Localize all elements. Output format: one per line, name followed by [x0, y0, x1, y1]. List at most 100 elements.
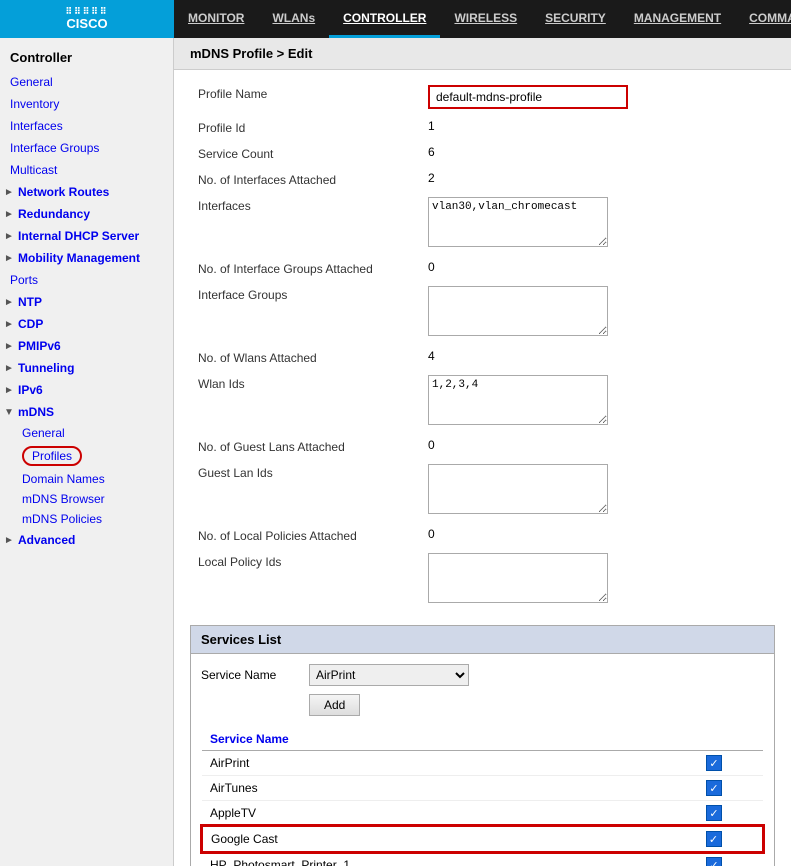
- no-local-policies-value: 0: [420, 522, 775, 548]
- collapse-arrow: [4, 407, 16, 418]
- wlan-ids-textarea[interactable]: 1,2,3,4: [428, 375, 608, 425]
- sidebar-item-mdns-domain-names[interactable]: Domain Names: [22, 469, 173, 489]
- local-policy-ids-label: Local Policy Ids: [190, 548, 420, 611]
- main-content: mDNS Profile > Edit Profile Name Profile…: [174, 38, 791, 866]
- nav-wlans[interactable]: WLANs: [258, 0, 329, 38]
- logo-area: ⠿⠿⠿⠿⠿ CISCO: [0, 0, 174, 38]
- profile-name-input[interactable]: [428, 85, 628, 109]
- sidebar-item-network-routes[interactable]: Network Routes: [0, 181, 173, 203]
- sidebar-item-redundancy[interactable]: Redundancy: [0, 203, 173, 225]
- service-list-table: Service Name AirPrint✓AirTunes✓AppleTV✓G…: [201, 728, 764, 866]
- service-list-item: Google Cast ✓: [202, 826, 763, 852]
- checkbox-column-header: [665, 728, 763, 751]
- sidebar-item-mobility[interactable]: Mobility Management: [0, 247, 173, 269]
- collapse-arrow: [4, 319, 16, 330]
- collapse-arrow: [4, 187, 16, 198]
- nav-controller[interactable]: CONTROLLER: [329, 0, 440, 38]
- no-guest-lans-label: No. of Guest Lans Attached: [190, 433, 420, 459]
- guest-lan-ids-label: Guest Lan Ids: [190, 459, 420, 522]
- sidebar-item-pmipv6[interactable]: PMIPv6: [0, 335, 173, 357]
- services-section: Services List Service Name AirPrint AirT…: [190, 625, 775, 866]
- sidebar-item-mdns-general[interactable]: General: [22, 423, 173, 443]
- sidebar-title: Controller: [0, 42, 173, 71]
- service-name-select[interactable]: AirPrint AirTunes AppleTV Google Cast HP…: [309, 664, 469, 686]
- sidebar: Controller General Inventory Interfaces …: [0, 38, 174, 866]
- no-interfaces-label: No. of Interfaces Attached: [190, 166, 420, 192]
- sidebar-item-multicast[interactable]: Multicast: [0, 159, 173, 181]
- wlan-ids-label: Wlan Ids: [190, 370, 420, 433]
- nav-wireless[interactable]: WIRELESS: [440, 0, 531, 38]
- services-list-body: Service Name AirPrint AirTunes AppleTV G…: [190, 653, 775, 866]
- sidebar-item-interface-groups[interactable]: Interface Groups: [0, 137, 173, 159]
- sidebar-item-ntp[interactable]: NTP: [0, 291, 173, 313]
- service-item-name: HP_Photosmart_Printer_1: [202, 852, 665, 866]
- active-item-indicator: Profiles: [22, 446, 82, 466]
- profile-id-value: 1: [420, 114, 775, 140]
- service-list-item: AirTunes✓: [202, 776, 763, 801]
- no-guest-lans-row: No. of Guest Lans Attached 0: [190, 433, 775, 459]
- interface-groups-label: Interface Groups: [190, 281, 420, 344]
- services-list-header: Services List: [190, 625, 775, 653]
- sidebar-item-mdns[interactable]: mDNS: [0, 401, 173, 423]
- no-interfaces-row: No. of Interfaces Attached 2: [190, 166, 775, 192]
- service-item-checkbox[interactable]: ✓: [706, 831, 722, 847]
- interfaces-textarea[interactable]: vlan30,vlan_chromecast: [428, 197, 608, 247]
- service-item-checkbox[interactable]: ✓: [706, 857, 722, 866]
- collapse-arrow: [4, 535, 16, 546]
- guest-lan-ids-textarea[interactable]: [428, 464, 608, 514]
- sidebar-item-ports[interactable]: Ports: [0, 269, 173, 291]
- sidebar-item-mdns-policies[interactable]: mDNS Policies: [22, 509, 173, 529]
- sidebar-item-cdp[interactable]: CDP: [0, 313, 173, 335]
- content-area: Profile Name Profile Id 1 Service Count …: [174, 70, 791, 866]
- sidebar-item-dhcp[interactable]: Internal DHCP Server: [0, 225, 173, 247]
- guest-lan-ids-row: Guest Lan Ids: [190, 459, 775, 522]
- sidebar-item-mdns-browser[interactable]: mDNS Browser: [22, 489, 173, 509]
- collapse-arrow: [4, 209, 16, 220]
- service-item-checkbox[interactable]: ✓: [706, 755, 722, 771]
- sidebar-item-general[interactable]: General: [0, 71, 173, 93]
- service-item-name: Google Cast: [202, 826, 665, 852]
- service-item-name: AirPrint: [202, 751, 665, 776]
- add-button[interactable]: Add: [309, 694, 360, 716]
- no-wlans-row: No. of Wlans Attached 4: [190, 344, 775, 370]
- interface-groups-row: Interface Groups: [190, 281, 775, 344]
- no-local-policies-row: No. of Local Policies Attached 0: [190, 522, 775, 548]
- nav-management[interactable]: MANAGEMENT: [620, 0, 735, 38]
- local-policy-ids-textarea[interactable]: [428, 553, 608, 603]
- no-interface-groups-value: 0: [420, 255, 775, 281]
- sidebar-item-mdns-profiles[interactable]: Profiles: [22, 443, 173, 469]
- mdns-subitems: General Profiles Domain Names mDNS Brows…: [0, 423, 173, 529]
- breadcrumb: mDNS Profile > Edit: [174, 38, 791, 70]
- no-wlans-value: 4: [420, 344, 775, 370]
- service-count-row: Service Count 6: [190, 140, 775, 166]
- nav-security[interactable]: SECURITY: [531, 0, 620, 38]
- collapse-arrow: [4, 385, 16, 396]
- interface-groups-textarea[interactable]: [428, 286, 608, 336]
- service-name-label: Service Name: [201, 668, 301, 682]
- service-item-checkbox-cell: ✓: [665, 826, 763, 852]
- collapse-arrow: [4, 231, 16, 242]
- local-policy-ids-row: Local Policy Ids: [190, 548, 775, 611]
- collapse-arrow: [4, 363, 16, 374]
- nav-monitor[interactable]: MONITOR: [174, 0, 258, 38]
- nav-commands[interactable]: COMMANDS: [735, 0, 791, 38]
- service-item-checkbox[interactable]: ✓: [706, 780, 722, 796]
- service-list-item: HP_Photosmart_Printer_1 ✓: [202, 852, 763, 866]
- service-table-header-row: Service Name: [202, 728, 763, 751]
- add-button-row: Add: [201, 694, 764, 724]
- sidebar-item-interfaces[interactable]: Interfaces: [0, 115, 173, 137]
- service-item-checkbox[interactable]: ✓: [706, 805, 722, 821]
- no-interface-groups-row: No. of Interface Groups Attached 0: [190, 255, 775, 281]
- service-list-item: AppleTV✓: [202, 801, 763, 827]
- collapse-arrow: [4, 297, 16, 308]
- wlan-ids-row: Wlan Ids 1,2,3,4: [190, 370, 775, 433]
- sidebar-item-tunneling[interactable]: Tunneling: [0, 357, 173, 379]
- no-local-policies-label: No. of Local Policies Attached: [190, 522, 420, 548]
- profile-form-table: Profile Name Profile Id 1 Service Count …: [190, 80, 775, 611]
- interfaces-row: Interfaces vlan30,vlan_chromecast: [190, 192, 775, 255]
- profile-id-label: Profile Id: [190, 114, 420, 140]
- sidebar-item-inventory[interactable]: Inventory: [0, 93, 173, 115]
- no-interfaces-value: 2: [420, 166, 775, 192]
- sidebar-item-advanced[interactable]: Advanced: [0, 529, 173, 551]
- sidebar-item-ipv6[interactable]: IPv6: [0, 379, 173, 401]
